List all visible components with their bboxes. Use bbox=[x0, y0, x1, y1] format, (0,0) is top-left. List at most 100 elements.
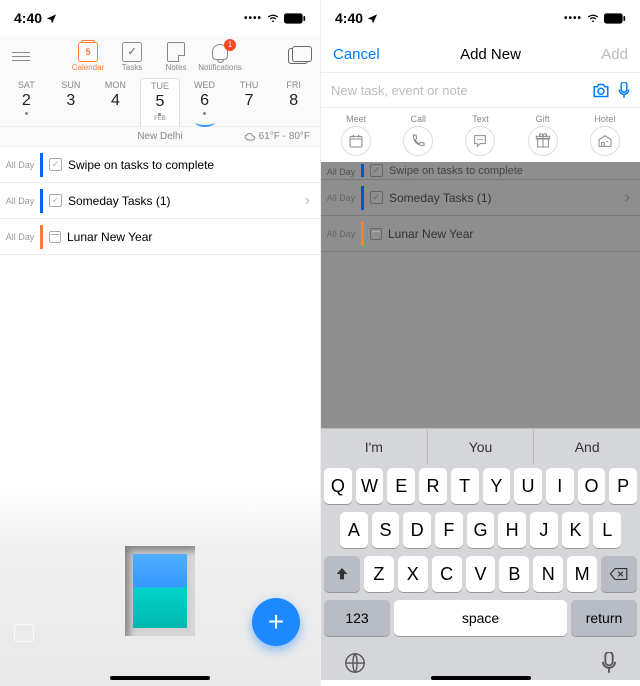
modal-nav: Cancel Add New Add bbox=[321, 36, 640, 72]
key-E[interactable]: E bbox=[387, 468, 415, 504]
location-arrow-icon bbox=[367, 13, 378, 24]
quick-meet[interactable]: Meet bbox=[341, 114, 371, 156]
key-H[interactable]: H bbox=[498, 512, 526, 548]
battery-icon bbox=[284, 13, 306, 24]
task-row[interactable]: All Day✓Swipe on tasks to complete bbox=[0, 147, 320, 183]
day-sat[interactable]: SAT2 bbox=[6, 78, 46, 126]
weather-temp: 61°F - 80°F bbox=[259, 131, 310, 142]
key-U[interactable]: U bbox=[514, 468, 542, 504]
suggestion[interactable]: I'm bbox=[321, 429, 428, 464]
status-time: 4:40 bbox=[14, 10, 42, 26]
key-C[interactable]: C bbox=[432, 556, 462, 592]
tab-notifications[interactable]: 1 Notifications bbox=[198, 41, 242, 72]
battery-icon bbox=[604, 13, 626, 24]
weather-icon bbox=[244, 132, 256, 142]
cards-icon bbox=[288, 48, 308, 64]
notification-badge: 1 bbox=[224, 39, 236, 51]
key-W[interactable]: W bbox=[356, 468, 384, 504]
menu-button[interactable] bbox=[6, 46, 36, 67]
day-mon[interactable]: MON4 bbox=[95, 78, 135, 126]
key-123[interactable]: 123 bbox=[324, 600, 390, 636]
wifi-icon bbox=[266, 13, 280, 24]
dimmed-background: All Day ✓Swipe on tasks to complete All … bbox=[321, 162, 640, 428]
globe-icon[interactable] bbox=[344, 652, 366, 674]
location-arrow-icon bbox=[46, 13, 57, 24]
key-O[interactable]: O bbox=[578, 468, 606, 504]
status-bar: 4:40 •••• bbox=[321, 0, 640, 36]
key-return[interactable]: return bbox=[571, 600, 637, 636]
tab-notes[interactable]: Notes bbox=[154, 41, 198, 72]
key-T[interactable]: T bbox=[451, 468, 479, 504]
tasks-icon bbox=[122, 42, 142, 62]
key-Y[interactable]: Y bbox=[483, 468, 511, 504]
key-A[interactable]: A bbox=[340, 512, 368, 548]
suggestion[interactable]: And bbox=[534, 429, 640, 464]
keyboard: QWERTYUIOP ASDFGHJKL ZXCVBNM 123 space r… bbox=[321, 464, 640, 680]
status-bar: 4:40 •••• bbox=[0, 0, 320, 36]
add-fab[interactable]: + bbox=[252, 598, 300, 646]
key-R[interactable]: R bbox=[419, 468, 447, 504]
key-J[interactable]: J bbox=[530, 512, 558, 548]
key-L[interactable]: L bbox=[593, 512, 621, 548]
quick-call[interactable]: Call bbox=[403, 114, 433, 156]
day-thu[interactable]: THU7 bbox=[229, 78, 269, 126]
new-item-input[interactable] bbox=[331, 83, 592, 98]
quick-hotel[interactable]: Hotel bbox=[590, 114, 620, 156]
quick-actions: Meet Call Text Gift Hotel bbox=[321, 108, 640, 162]
key-B[interactable]: B bbox=[499, 556, 529, 592]
location-row: New Delhi 61°F - 80°F bbox=[0, 127, 320, 147]
key-Q[interactable]: Q bbox=[324, 468, 352, 504]
mic-icon[interactable] bbox=[618, 82, 630, 99]
key-G[interactable]: G bbox=[467, 512, 495, 548]
key-F[interactable]: F bbox=[435, 512, 463, 548]
key-M[interactable]: M bbox=[567, 556, 597, 592]
quick-gift[interactable]: Gift bbox=[528, 114, 558, 156]
cancel-button[interactable]: Cancel bbox=[333, 46, 380, 63]
input-row bbox=[321, 72, 640, 108]
tab-tasks[interactable]: Tasks bbox=[110, 41, 154, 72]
photo-icon[interactable] bbox=[14, 624, 34, 642]
calendar-screen: 4:40 •••• 5 Calendar Tasks Notes 1 bbox=[0, 0, 320, 686]
key-X[interactable]: X bbox=[398, 556, 428, 592]
key-space[interactable]: space bbox=[394, 600, 567, 636]
key-D[interactable]: D bbox=[403, 512, 431, 548]
keyboard-suggestions: I'm You And bbox=[321, 428, 640, 464]
key-backspace[interactable] bbox=[601, 556, 637, 592]
add-button[interactable]: Add bbox=[601, 46, 628, 63]
main-toolbar: 5 Calendar Tasks Notes 1 Notifications bbox=[0, 36, 320, 76]
quick-text[interactable]: Text bbox=[465, 114, 495, 156]
day-tue[interactable]: TUE5FEB bbox=[140, 78, 180, 126]
suggestion[interactable]: You bbox=[428, 429, 535, 464]
key-shift[interactable] bbox=[324, 556, 360, 592]
tab-calendar[interactable]: 5 Calendar bbox=[66, 41, 110, 72]
key-S[interactable]: S bbox=[372, 512, 400, 548]
city-label: New Delhi bbox=[137, 131, 183, 142]
day-sun[interactable]: SUN3 bbox=[51, 78, 91, 126]
modal-title: Add New bbox=[460, 46, 521, 63]
key-Z[interactable]: Z bbox=[364, 556, 394, 592]
home-indicator[interactable] bbox=[110, 676, 210, 680]
task-row[interactable]: All DayLunar New Year bbox=[0, 219, 320, 255]
key-N[interactable]: N bbox=[533, 556, 563, 592]
home-indicator[interactable] bbox=[431, 676, 531, 680]
dictation-icon[interactable] bbox=[601, 652, 617, 674]
camera-icon[interactable] bbox=[592, 83, 610, 98]
signal-dots: •••• bbox=[564, 13, 582, 24]
key-V[interactable]: V bbox=[466, 556, 496, 592]
wallpaper bbox=[0, 486, 320, 686]
notes-icon bbox=[167, 42, 185, 62]
key-P[interactable]: P bbox=[609, 468, 637, 504]
day-fri[interactable]: FRI8 bbox=[274, 78, 314, 126]
day-wed[interactable]: WED6 bbox=[185, 78, 225, 126]
key-I[interactable]: I bbox=[546, 468, 574, 504]
add-new-screen: 4:40 •••• Cancel Add New Add Meet Call Tex… bbox=[320, 0, 640, 686]
filter-button[interactable] bbox=[282, 42, 314, 70]
key-K[interactable]: K bbox=[562, 512, 590, 548]
week-selector: SAT2SUN3MON4TUE5FEBWED6THU7FRI8 bbox=[0, 76, 320, 127]
signal-dots: •••• bbox=[244, 13, 262, 24]
status-time: 4:40 bbox=[335, 10, 363, 26]
task-list: All Day✓Swipe on tasks to completeAll Da… bbox=[0, 147, 320, 255]
calendar-icon: 5 bbox=[78, 42, 98, 62]
wifi-icon bbox=[586, 13, 600, 24]
task-row[interactable]: All Day✓Someday Tasks (1)› bbox=[0, 183, 320, 219]
